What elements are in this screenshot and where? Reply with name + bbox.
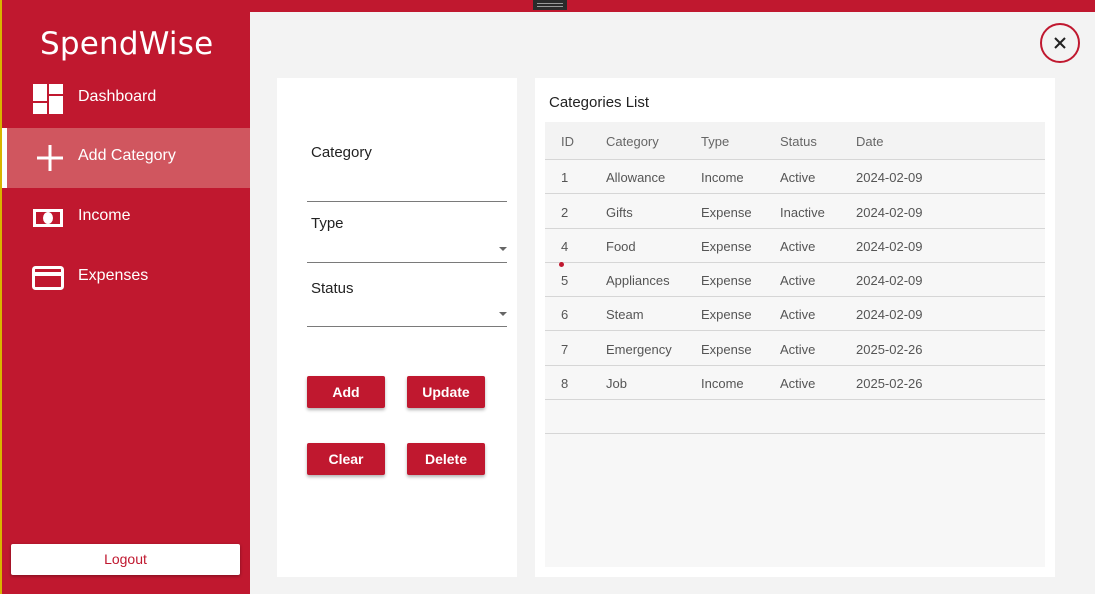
sidebar-item-add-category[interactable]: Add Category — [2, 128, 250, 188]
sidebar-item-dashboard[interactable]: Dashboard — [2, 69, 250, 129]
add-button[interactable]: Add — [307, 376, 385, 408]
cell-id: 4 — [561, 239, 569, 254]
cell-date: 2024-02-09 — [856, 205, 923, 220]
sidebar-item-label: Income — [78, 207, 131, 224]
cell-status: Active — [780, 170, 816, 185]
plus-icon — [37, 145, 63, 171]
cell-date: 2024-02-09 — [856, 239, 923, 254]
cell-id: 7 — [561, 342, 569, 357]
column-header-date[interactable]: Date — [856, 134, 883, 149]
credit-card-icon — [32, 266, 64, 290]
cell-category: Gifts — [606, 205, 633, 220]
sidebar-item-label: Expenses — [78, 267, 149, 284]
column-header-id[interactable]: ID — [561, 134, 574, 149]
cell-category: Job — [606, 376, 627, 391]
table-row[interactable]: 7 Emergency Expense Active 2025-02-26 — [545, 332, 1045, 366]
column-header-category[interactable]: Category — [606, 134, 659, 149]
category-label: Category — [311, 144, 372, 161]
money-icon — [33, 209, 63, 227]
sidebar-item-income[interactable]: Income — [2, 188, 250, 248]
cell-category: Emergency — [606, 342, 672, 357]
category-input[interactable] — [307, 174, 507, 200]
cell-status: Active — [780, 273, 816, 288]
status-label: Status — [311, 280, 354, 297]
drag-handle[interactable] — [533, 0, 567, 10]
cell-type: Expense — [701, 273, 752, 288]
cell-id: 6 — [561, 307, 569, 322]
categories-table[interactable]: ID Category Type Status Date 1 Allowance… — [545, 122, 1045, 567]
cell-type: Expense — [701, 307, 752, 322]
column-header-type[interactable]: Type — [701, 134, 729, 149]
table-row[interactable]: 6 Steam Expense Active 2024-02-09 — [545, 297, 1045, 331]
table-row[interactable]: 5 Appliances Expense Active 2024-02-09 — [545, 263, 1045, 297]
sidebar: SpendWise Dashboard Add Category Income … — [2, 12, 250, 594]
cell-type: Income — [701, 376, 744, 391]
category-underline — [307, 201, 507, 202]
cell-date: 2024-02-09 — [856, 307, 923, 322]
cell-category: Food — [606, 239, 636, 254]
cell-type: Expense — [701, 342, 752, 357]
categories-list-panel: Categories List ID Category Type Status … — [535, 78, 1055, 577]
type-label: Type — [311, 215, 344, 232]
cell-type: Expense — [701, 205, 752, 220]
cell-id: 1 — [561, 170, 569, 185]
cell-id: 5 — [561, 273, 569, 288]
cell-date: 2025-02-26 — [856, 376, 923, 391]
status-select[interactable] — [307, 302, 507, 326]
cell-date: 2024-02-09 — [856, 273, 923, 288]
table-row[interactable]: 4 Food Expense Active 2024-02-09 — [545, 229, 1045, 263]
dashboard-icon — [33, 84, 63, 114]
cell-status: Inactive — [780, 205, 825, 220]
table-row-empty[interactable] — [545, 400, 1045, 434]
app-title: SpendWise — [40, 26, 214, 62]
status-underline — [307, 326, 507, 327]
category-form: Category Type Status Add Update Clear De… — [277, 78, 517, 577]
clear-button[interactable]: Clear — [307, 443, 385, 475]
cell-type: Expense — [701, 239, 752, 254]
chevron-down-icon — [499, 312, 507, 316]
type-select[interactable] — [307, 238, 507, 262]
table-header: ID Category Type Status Date — [545, 122, 1045, 160]
indicator-dot — [559, 262, 564, 267]
logout-button[interactable]: Logout — [11, 544, 240, 575]
cell-date: 2025-02-26 — [856, 342, 923, 357]
table-row[interactable]: 1 Allowance Income Active 2024-02-09 — [545, 160, 1045, 194]
cell-category: Appliances — [606, 273, 670, 288]
column-header-status[interactable]: Status — [780, 134, 817, 149]
cell-status: Active — [780, 342, 816, 357]
close-button[interactable] — [1040, 23, 1080, 63]
table-row[interactable]: 8 Job Income Active 2025-02-26 — [545, 366, 1045, 400]
cell-type: Income — [701, 170, 744, 185]
table-row[interactable]: 2 Gifts Expense Inactive 2024-02-09 — [545, 195, 1045, 229]
cell-status: Active — [780, 307, 816, 322]
update-button[interactable]: Update — [407, 376, 485, 408]
sidebar-item-label: Dashboard — [78, 88, 157, 105]
sidebar-item-expenses[interactable]: Expenses — [2, 248, 250, 308]
delete-button[interactable]: Delete — [407, 443, 485, 475]
cell-id: 2 — [561, 205, 569, 220]
cell-date: 2024-02-09 — [856, 170, 923, 185]
type-underline — [307, 262, 507, 263]
chevron-down-icon — [499, 247, 507, 251]
cell-id: 8 — [561, 376, 569, 391]
cell-status: Active — [780, 376, 816, 391]
close-icon — [1054, 37, 1066, 49]
cell-status: Active — [780, 239, 816, 254]
categories-list-title: Categories List — [549, 94, 650, 111]
main-content: Category Type Status Add Update Clear De… — [250, 12, 1095, 594]
cell-category: Allowance — [606, 170, 666, 185]
cell-category: Steam — [606, 307, 644, 322]
sidebar-item-label: Add Category — [78, 147, 176, 164]
